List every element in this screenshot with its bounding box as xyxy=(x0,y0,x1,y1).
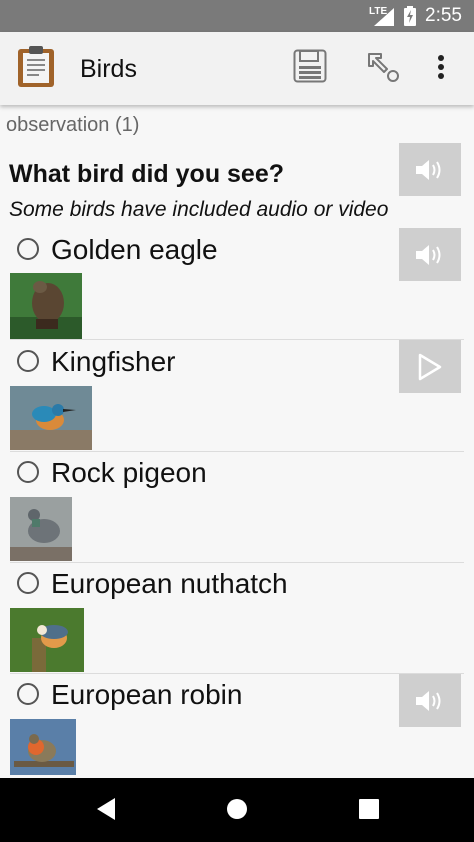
clock: 2:55 xyxy=(425,5,462,26)
overflow-menu-icon[interactable] xyxy=(437,54,445,80)
speaker-icon xyxy=(416,159,441,180)
choice-kingfisher[interactable]: Kingfisher xyxy=(0,340,474,452)
home-icon[interactable] xyxy=(226,798,248,820)
choice-label: Rock pigeon xyxy=(51,457,207,488)
choice-audio-button[interactable] xyxy=(399,674,461,727)
recents-icon[interactable] xyxy=(359,799,379,819)
navigation-bar xyxy=(0,778,474,842)
european-nuthatch-image xyxy=(10,608,84,672)
speaker-icon xyxy=(416,244,441,265)
kingfisher-image xyxy=(10,386,92,450)
signal-icon xyxy=(374,8,394,26)
question-audio-button[interactable] xyxy=(399,143,461,196)
choice-rock-pigeon[interactable]: Rock pigeon xyxy=(0,452,474,563)
radio-button[interactable] xyxy=(17,350,39,372)
choice-european-nuthatch[interactable]: European nuthatch xyxy=(0,563,474,674)
app-title: Birds xyxy=(80,55,137,83)
question-label: What bird did you see? xyxy=(9,160,285,188)
status-bar: LTE 2:55 xyxy=(0,0,474,32)
play-icon xyxy=(418,353,442,380)
european-robin-image xyxy=(10,719,76,775)
battery-charging-icon xyxy=(404,6,416,26)
radio-button[interactable] xyxy=(17,683,39,705)
choice-video-button[interactable] xyxy=(399,340,461,393)
choice-audio-button[interactable] xyxy=(399,228,461,281)
choice-label: European nuthatch xyxy=(51,568,288,599)
back-icon[interactable] xyxy=(95,796,117,822)
choice-european-robin[interactable]: European robin xyxy=(0,674,474,778)
save-button[interactable] xyxy=(293,49,327,83)
question-hint: Some birds have included audio or video xyxy=(9,198,389,221)
rock-pigeon-image xyxy=(10,497,72,561)
speaker-icon xyxy=(416,690,441,711)
radio-button[interactable] xyxy=(17,572,39,594)
choice-label: Golden eagle xyxy=(51,234,218,265)
radio-button[interactable] xyxy=(17,461,39,483)
group-title: observation (1) xyxy=(6,114,140,136)
app-bar: Birds xyxy=(0,32,474,105)
golden-eagle-image xyxy=(10,273,82,339)
radio-button[interactable] xyxy=(17,238,39,260)
jump-to-question-icon[interactable] xyxy=(367,52,401,84)
clipboard-logo-icon xyxy=(18,46,54,87)
choice-label: Kingfisher xyxy=(51,346,176,377)
choice-golden-eagle[interactable]: Golden eagle xyxy=(0,226,474,340)
choice-label: European robin xyxy=(51,679,243,710)
